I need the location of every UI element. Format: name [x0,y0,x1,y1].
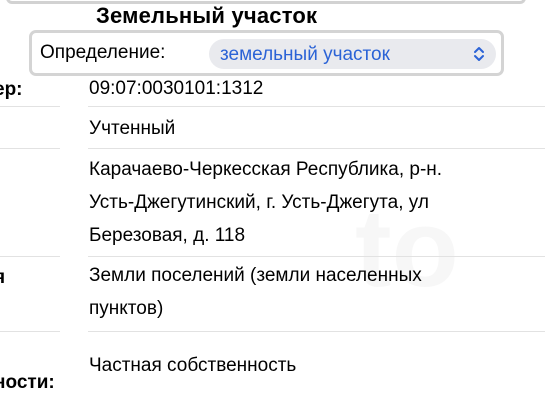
definition-select-box: Определение: земельный участок [29,30,504,76]
page-title: Земельный участок [96,3,318,28]
row-divider [0,148,60,149]
row-value-address-line-2: Усть-Джегутинский, г. Усть-Джегута, ул [89,192,429,213]
row-label-ownership: ности: [0,372,55,393]
row-divider [0,331,60,332]
chevron-up-down-icon [474,47,484,61]
row-divider [88,106,545,107]
row-divider [88,148,545,149]
row-label-cadastral: ер: [0,79,23,100]
row-divider [0,256,60,257]
row-divider [88,331,545,332]
definition-select[interactable]: земельный участок [209,39,496,69]
definition-label: Определение: [40,42,166,63]
row-value-cadastral: 09:07:0030101:1312 [89,78,264,99]
row-value-address-line-3: Березовая, д. 118 [89,225,246,246]
row-divider [88,256,545,257]
definition-select-value: земельный участок [220,44,390,65]
row-value-ownership: Частная собственность [89,355,297,376]
row-value-status: Учтенный [89,118,176,139]
row-value-category-line-2: пунктов) [89,298,164,319]
row-value-address-line-1: Карачаево-Черкесская Республика, р-н. [89,159,443,180]
row-divider [0,106,60,107]
row-label-category: я [0,267,5,289]
row-value-category-line-1: Земли поселений (земли населенных [89,265,422,286]
